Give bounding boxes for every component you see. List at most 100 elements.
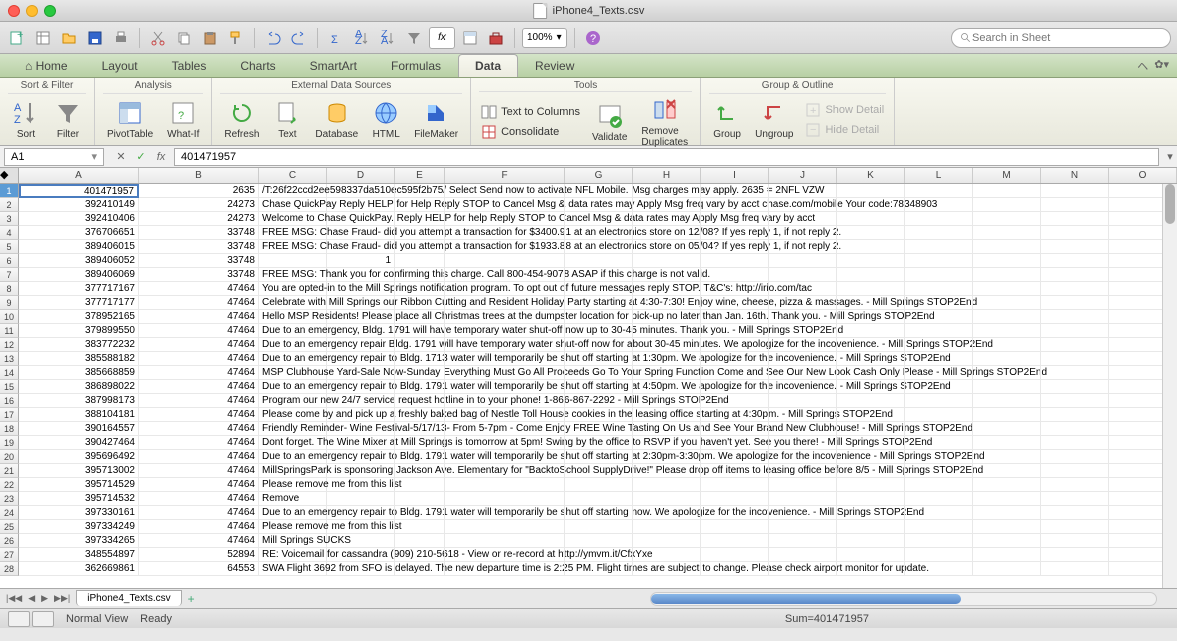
cell[interactable] bbox=[701, 366, 769, 379]
cell[interactable]: 33748 bbox=[139, 226, 259, 239]
cell[interactable] bbox=[701, 240, 769, 253]
cell[interactable]: 379899550 bbox=[19, 324, 139, 337]
cell[interactable] bbox=[445, 338, 565, 351]
cell[interactable] bbox=[327, 548, 395, 561]
cell[interactable]: 33748 bbox=[139, 268, 259, 281]
cell[interactable] bbox=[565, 324, 633, 337]
cell[interactable] bbox=[445, 534, 565, 547]
cell[interactable] bbox=[701, 310, 769, 323]
cell[interactable]: Program our new 24/7 service request hot… bbox=[259, 394, 327, 407]
cell[interactable] bbox=[1041, 254, 1109, 267]
cell[interactable] bbox=[395, 310, 445, 323]
cell[interactable]: Due to an emergency repair to Bldg. 1791… bbox=[259, 380, 327, 393]
cell[interactable] bbox=[633, 408, 701, 421]
cell[interactable] bbox=[837, 366, 905, 379]
row-header[interactable]: 2 bbox=[0, 198, 19, 212]
vertical-scrollbar[interactable] bbox=[1162, 184, 1177, 588]
cell[interactable]: 397334249 bbox=[19, 520, 139, 533]
cell[interactable] bbox=[565, 408, 633, 421]
cell[interactable] bbox=[769, 352, 837, 365]
cell[interactable] bbox=[1041, 534, 1109, 547]
cell[interactable] bbox=[1041, 492, 1109, 505]
cell[interactable] bbox=[837, 268, 905, 281]
sort-button[interactable]: AZSort bbox=[8, 97, 44, 142]
redo-icon[interactable] bbox=[288, 27, 310, 49]
cell[interactable]: Please remove me from this list bbox=[259, 520, 327, 533]
row-header[interactable]: 11 bbox=[0, 324, 19, 338]
cell[interactable] bbox=[1041, 436, 1109, 449]
paste-icon[interactable] bbox=[199, 27, 221, 49]
first-sheet-icon[interactable]: |◀◀ bbox=[4, 593, 24, 604]
cell[interactable] bbox=[701, 338, 769, 351]
col-header-O[interactable]: O bbox=[1109, 168, 1177, 183]
cell[interactable]: 395714529 bbox=[19, 478, 139, 491]
cell[interactable] bbox=[905, 464, 973, 477]
tab-data[interactable]: Data bbox=[458, 54, 518, 77]
row-header[interactable]: 4 bbox=[0, 226, 19, 240]
col-header-M[interactable]: M bbox=[973, 168, 1041, 183]
cell[interactable] bbox=[565, 562, 633, 575]
cell[interactable] bbox=[327, 450, 395, 463]
cell[interactable] bbox=[701, 198, 769, 211]
cell[interactable] bbox=[633, 520, 701, 533]
cell[interactable]: 47464 bbox=[139, 380, 259, 393]
cell[interactable] bbox=[327, 478, 395, 491]
cell[interactable]: Please remove me from this list bbox=[259, 478, 327, 491]
cell[interactable] bbox=[395, 422, 445, 435]
show-formulas-icon[interactable] bbox=[459, 27, 481, 49]
filter-toggle-icon[interactable] bbox=[403, 27, 425, 49]
cell[interactable] bbox=[565, 394, 633, 407]
horizontal-scrollbar[interactable] bbox=[650, 592, 1157, 606]
cell[interactable]: /T:26f22ccd2ee598337da510ec595f2b75/ Sel… bbox=[259, 184, 327, 197]
cell[interactable] bbox=[973, 324, 1041, 337]
cell[interactable] bbox=[445, 408, 565, 421]
cell[interactable] bbox=[905, 268, 973, 281]
cell[interactable] bbox=[905, 226, 973, 239]
cell[interactable] bbox=[445, 380, 565, 393]
cell[interactable]: 388104181 bbox=[19, 408, 139, 421]
row-header[interactable]: 16 bbox=[0, 394, 19, 408]
cell[interactable]: 397334265 bbox=[19, 534, 139, 547]
cell[interactable]: SWA Flight 3692 from SFO is delayed. The… bbox=[259, 562, 327, 575]
tab-tables[interactable]: Tables bbox=[155, 54, 224, 77]
cell[interactable]: 47464 bbox=[139, 394, 259, 407]
cell[interactable] bbox=[395, 366, 445, 379]
cell[interactable]: 377717177 bbox=[19, 296, 139, 309]
cell[interactable]: 385588182 bbox=[19, 352, 139, 365]
cell[interactable] bbox=[769, 436, 837, 449]
group-button[interactable]: Group bbox=[709, 97, 745, 142]
cell[interactable] bbox=[445, 562, 565, 575]
cell[interactable] bbox=[973, 310, 1041, 323]
cell[interactable] bbox=[633, 478, 701, 491]
cell[interactable]: Dont forget. The Wine Mixer at Mill Spri… bbox=[259, 436, 327, 449]
sheet-tab[interactable]: iPhone4_Texts.csv bbox=[76, 590, 181, 606]
cell[interactable]: Due to an emergency repair to Bldg. 1791… bbox=[259, 450, 327, 463]
cell[interactable] bbox=[837, 436, 905, 449]
cell[interactable] bbox=[837, 464, 905, 477]
cell[interactable] bbox=[633, 534, 701, 547]
cell[interactable] bbox=[701, 268, 769, 281]
cell[interactable] bbox=[837, 506, 905, 519]
cell[interactable] bbox=[327, 324, 395, 337]
cell[interactable] bbox=[973, 562, 1041, 575]
cell[interactable] bbox=[445, 212, 565, 225]
cell[interactable] bbox=[395, 534, 445, 547]
cell[interactable] bbox=[327, 212, 395, 225]
cell[interactable] bbox=[633, 282, 701, 295]
cell[interactable] bbox=[905, 254, 973, 267]
cell[interactable] bbox=[769, 324, 837, 337]
cell[interactable] bbox=[1041, 184, 1109, 197]
cell[interactable] bbox=[395, 380, 445, 393]
cell[interactable] bbox=[973, 464, 1041, 477]
cell[interactable]: 47464 bbox=[139, 450, 259, 463]
cell[interactable] bbox=[633, 268, 701, 281]
cell[interactable] bbox=[837, 422, 905, 435]
cell[interactable]: 33748 bbox=[139, 254, 259, 267]
cell[interactable] bbox=[1041, 268, 1109, 281]
cell[interactable] bbox=[327, 380, 395, 393]
cell[interactable] bbox=[769, 450, 837, 463]
cell[interactable] bbox=[445, 268, 565, 281]
cell[interactable] bbox=[837, 240, 905, 253]
row-header[interactable]: 21 bbox=[0, 464, 19, 478]
row-header[interactable]: 14 bbox=[0, 366, 19, 380]
